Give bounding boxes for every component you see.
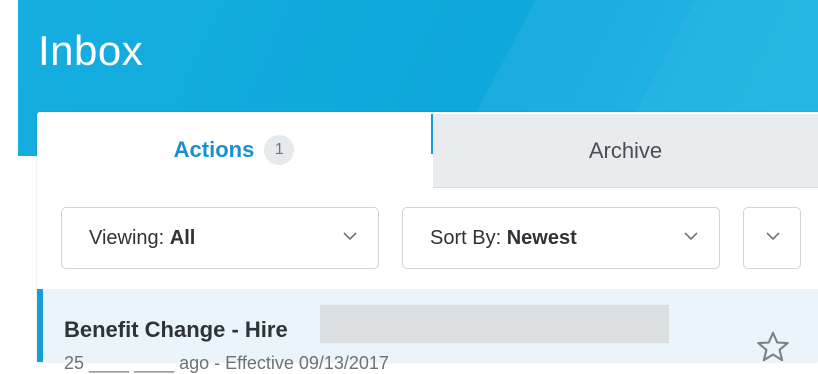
tab-actions[interactable]: Actions 1 — [37, 112, 431, 188]
selected-indicator — [37, 289, 43, 362]
more-options-dropdown[interactable] — [743, 207, 801, 269]
sort-by-label: Sort By: — [430, 227, 502, 249]
actions-count-badge: 1 — [264, 135, 295, 165]
viewing-filter-dropdown[interactable]: Viewing: All — [61, 207, 379, 269]
viewing-filter-value: All — [169, 227, 196, 249]
page-title: Inbox — [38, 27, 144, 74]
sort-by-value: Newest — [506, 227, 577, 249]
inbox-panel: Actions 1 Archive Viewing: All Sort By: … — [37, 112, 818, 373]
chevron-down-icon — [684, 232, 698, 241]
tab-archive[interactable]: Archive — [433, 114, 818, 188]
tab-actions-label: Actions — [173, 137, 255, 162]
sort-by-text: Sort By: Newest — [430, 208, 577, 268]
sort-by-dropdown[interactable]: Sort By: Newest — [402, 207, 720, 269]
star-outline-icon[interactable] — [755, 329, 791, 365]
inbox-item-title: Benefit Change - Hire — [64, 317, 288, 342]
tab-archive-label: Archive — [588, 137, 663, 163]
viewing-filter-text: Viewing: All — [89, 208, 195, 268]
chevron-down-icon — [343, 232, 357, 241]
viewing-filter-label: Viewing: — [89, 227, 165, 249]
chevron-down-icon — [766, 232, 780, 241]
redacted-name — [320, 305, 669, 343]
inbox-item[interactable]: Benefit Change - Hire 25 ____ ____ ago -… — [37, 289, 818, 373]
inbox-item-subtitle: 25 ____ ____ ago - Effective 09/13/2017 — [64, 353, 389, 373]
